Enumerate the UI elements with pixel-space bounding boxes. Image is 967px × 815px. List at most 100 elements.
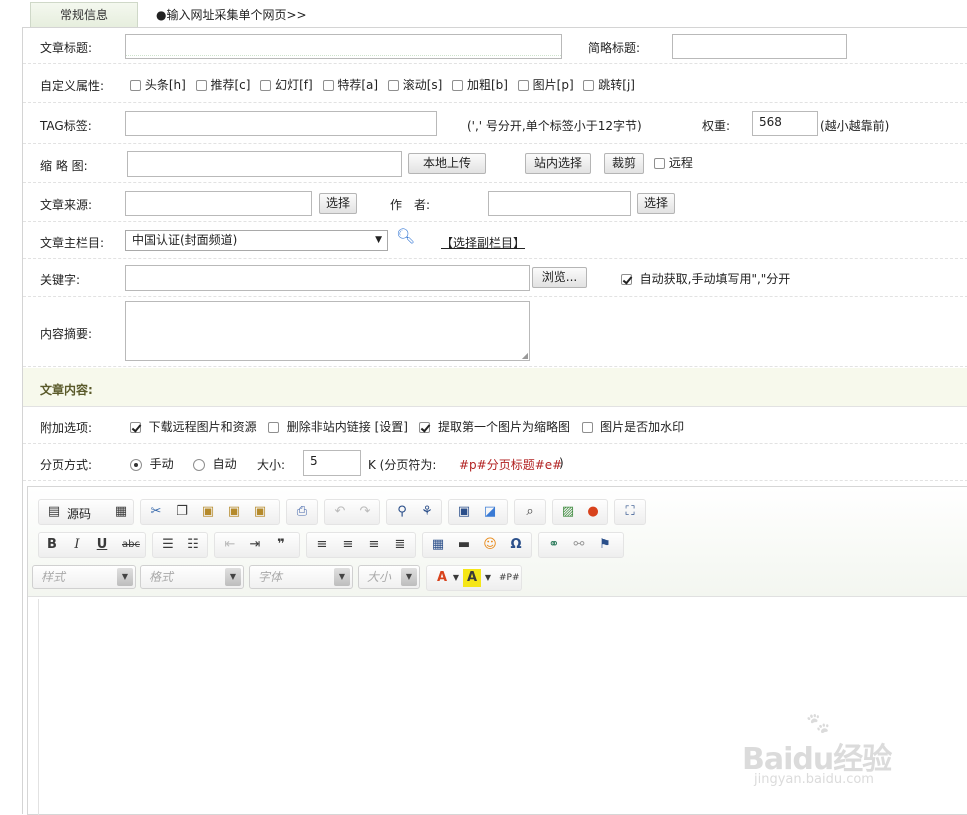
unlink-icon[interactable]: ⚯ [570, 536, 588, 554]
keywords-input[interactable] [125, 265, 530, 291]
print-icon[interactable]: ⎙ [293, 503, 311, 521]
size-input[interactable]: 5 [303, 450, 361, 476]
short-title-input[interactable] [672, 34, 847, 59]
align-justify-icon[interactable]: ≣ [391, 536, 409, 554]
attr-checkbox[interactable] [260, 80, 272, 91]
align-right-icon[interactable]: ≡ [365, 536, 383, 554]
auto-keywords-checkbox[interactable] [621, 274, 632, 285]
special-char-icon[interactable]: Ω [507, 536, 525, 554]
horizontal-rule-icon[interactable]: ▬ [455, 536, 473, 554]
redo-icon[interactable]: ↷ [356, 503, 374, 521]
attr-checkbox[interactable] [517, 80, 529, 91]
spellcheck-icon[interactable]: ⌕ [521, 503, 539, 521]
attr-item-picture[interactable]: 图片[p] [517, 78, 574, 92]
italic-icon[interactable]: I [68, 536, 86, 554]
title-input[interactable] [125, 34, 562, 59]
eraser-icon[interactable]: ◪ [481, 503, 499, 521]
table-icon[interactable]: ▦ [429, 536, 447, 554]
link-icon[interactable]: ⚭ [545, 536, 563, 554]
underline-icon[interactable]: U [93, 536, 111, 554]
strike-icon[interactable]: abc [119, 536, 143, 554]
bold-icon[interactable]: B [43, 536, 61, 554]
column-select[interactable]: 中国认证(封面频道) ▼ [125, 230, 388, 251]
attr-checkbox[interactable] [452, 80, 464, 91]
attr-checkbox[interactable] [387, 80, 399, 91]
extra-checkbox[interactable] [130, 422, 141, 433]
tag-input[interactable] [125, 111, 437, 136]
attr-item-scroll[interactable]: 滚动[s] [387, 78, 442, 92]
chevron-down-icon[interactable]: ▼ [479, 569, 497, 587]
size-unit: K (分页符为: [368, 458, 437, 472]
summary-textarea[interactable]: ◢ [125, 301, 530, 361]
select-sub-column-link[interactable]: 【选择副栏目】 [441, 234, 525, 251]
page-break-icon[interactable]: #P# [499, 569, 520, 587]
local-upload-button[interactable]: 本地上传 [408, 153, 486, 174]
crop-button[interactable]: 裁剪 [604, 153, 644, 174]
extra-first-image-thumb[interactable]: 提取第一个图片为缩略图 [419, 420, 570, 434]
replace-icon[interactable]: ⚘ [418, 503, 436, 521]
align-center-icon[interactable]: ≡ [339, 536, 357, 554]
cut-icon[interactable]: ✂ [147, 503, 165, 521]
remote-checkbox[interactable] [654, 158, 665, 169]
resize-handle-icon[interactable]: ◢ [522, 351, 528, 360]
author-select-button[interactable]: 选择 [637, 193, 675, 214]
magnifier-icon[interactable]: 🔍︎ [396, 227, 415, 245]
extra-remove-links[interactable]: 删除非站内链接 [设置] [268, 420, 408, 434]
font-combo[interactable]: 字体 ▼ [249, 565, 353, 589]
collect-url-link[interactable]: ●输入网址采集单个网页>> [156, 6, 307, 23]
site-select-button[interactable]: 站内选择 [525, 153, 591, 174]
flash-icon[interactable]: ● [584, 503, 602, 521]
size-combo[interactable]: 大小 ▼ [358, 565, 420, 589]
find-icon[interactable]: ⚲ [393, 503, 411, 521]
extra-download-remote[interactable]: 下载远程图片和资源 [130, 420, 257, 434]
source-input[interactable] [125, 191, 312, 216]
extra-checkbox[interactable] [419, 422, 431, 433]
paging-manual-option[interactable]: 手动 [130, 455, 174, 472]
attr-checkbox[interactable] [583, 80, 595, 91]
smiley-icon[interactable]: ☺ [481, 536, 499, 554]
preview-icon[interactable]: ▦ [112, 503, 130, 521]
attr-item-jump[interactable]: 跳转[j] [583, 78, 635, 92]
format-combo[interactable]: 格式 ▼ [140, 565, 244, 589]
thumbnail-input[interactable] [127, 151, 402, 177]
ordered-list-icon[interactable]: ☰ [159, 536, 177, 554]
browse-button[interactable]: 浏览... [532, 267, 587, 288]
quote-icon[interactable]: ❞ [272, 536, 290, 554]
attr-item-recommend[interactable]: 推荐[c] [195, 78, 250, 92]
unordered-list-icon[interactable]: ☷ [184, 536, 202, 554]
image-icon[interactable]: ▨ [559, 503, 577, 521]
auto-keywords-option[interactable]: 自动获取,手动填写用","分开 [621, 270, 790, 287]
weight-input[interactable]: 568 [752, 111, 818, 136]
source-icon[interactable]: ▤ [45, 503, 63, 521]
paste-word-icon[interactable]: ▣ [251, 503, 269, 521]
attr-checkbox[interactable] [322, 80, 334, 91]
extra-checkbox[interactable] [268, 422, 280, 433]
extra-checkbox[interactable] [581, 422, 593, 433]
attr-checkbox[interactable] [130, 80, 141, 91]
source-button[interactable]: 源码 [67, 505, 91, 522]
attr-checkbox[interactable] [195, 80, 207, 91]
anchor-flag-icon[interactable]: ⚑ [596, 536, 614, 554]
align-left-icon[interactable]: ≡ [313, 536, 331, 554]
undo-icon[interactable]: ↶ [331, 503, 349, 521]
author-input[interactable] [488, 191, 631, 216]
paging-auto-option[interactable]: 自动 [193, 455, 237, 472]
copy-icon[interactable]: ❐ [173, 503, 191, 521]
style-combo[interactable]: 样式 ▼ [32, 565, 136, 589]
tab-general-info[interactable]: 常规信息 [30, 2, 138, 28]
paste-text-icon[interactable]: ▣ [225, 503, 243, 521]
attr-item-slide[interactable]: 幻灯[f] [260, 78, 313, 92]
remote-option[interactable]: 远程 [654, 154, 693, 171]
maximize-icon[interactable]: ⛶ [621, 503, 639, 521]
indent-icon[interactable]: ⇥ [246, 536, 264, 554]
paging-radio[interactable] [130, 458, 142, 471]
attr-item-bold[interactable]: 加粗[b] [452, 78, 508, 92]
paging-radio[interactable] [193, 458, 205, 471]
paste-icon[interactable]: ▣ [199, 503, 217, 521]
select-all-icon[interactable]: ▣ [455, 503, 473, 521]
attr-item-special[interactable]: 特荐[a] [322, 78, 378, 92]
attr-item-headline[interactable]: 头条[h] [130, 78, 186, 92]
outdent-icon[interactable]: ⇤ [221, 536, 239, 554]
extra-watermark[interactable]: 图片是否加水印 [581, 420, 684, 434]
source-select-button[interactable]: 选择 [319, 193, 357, 214]
